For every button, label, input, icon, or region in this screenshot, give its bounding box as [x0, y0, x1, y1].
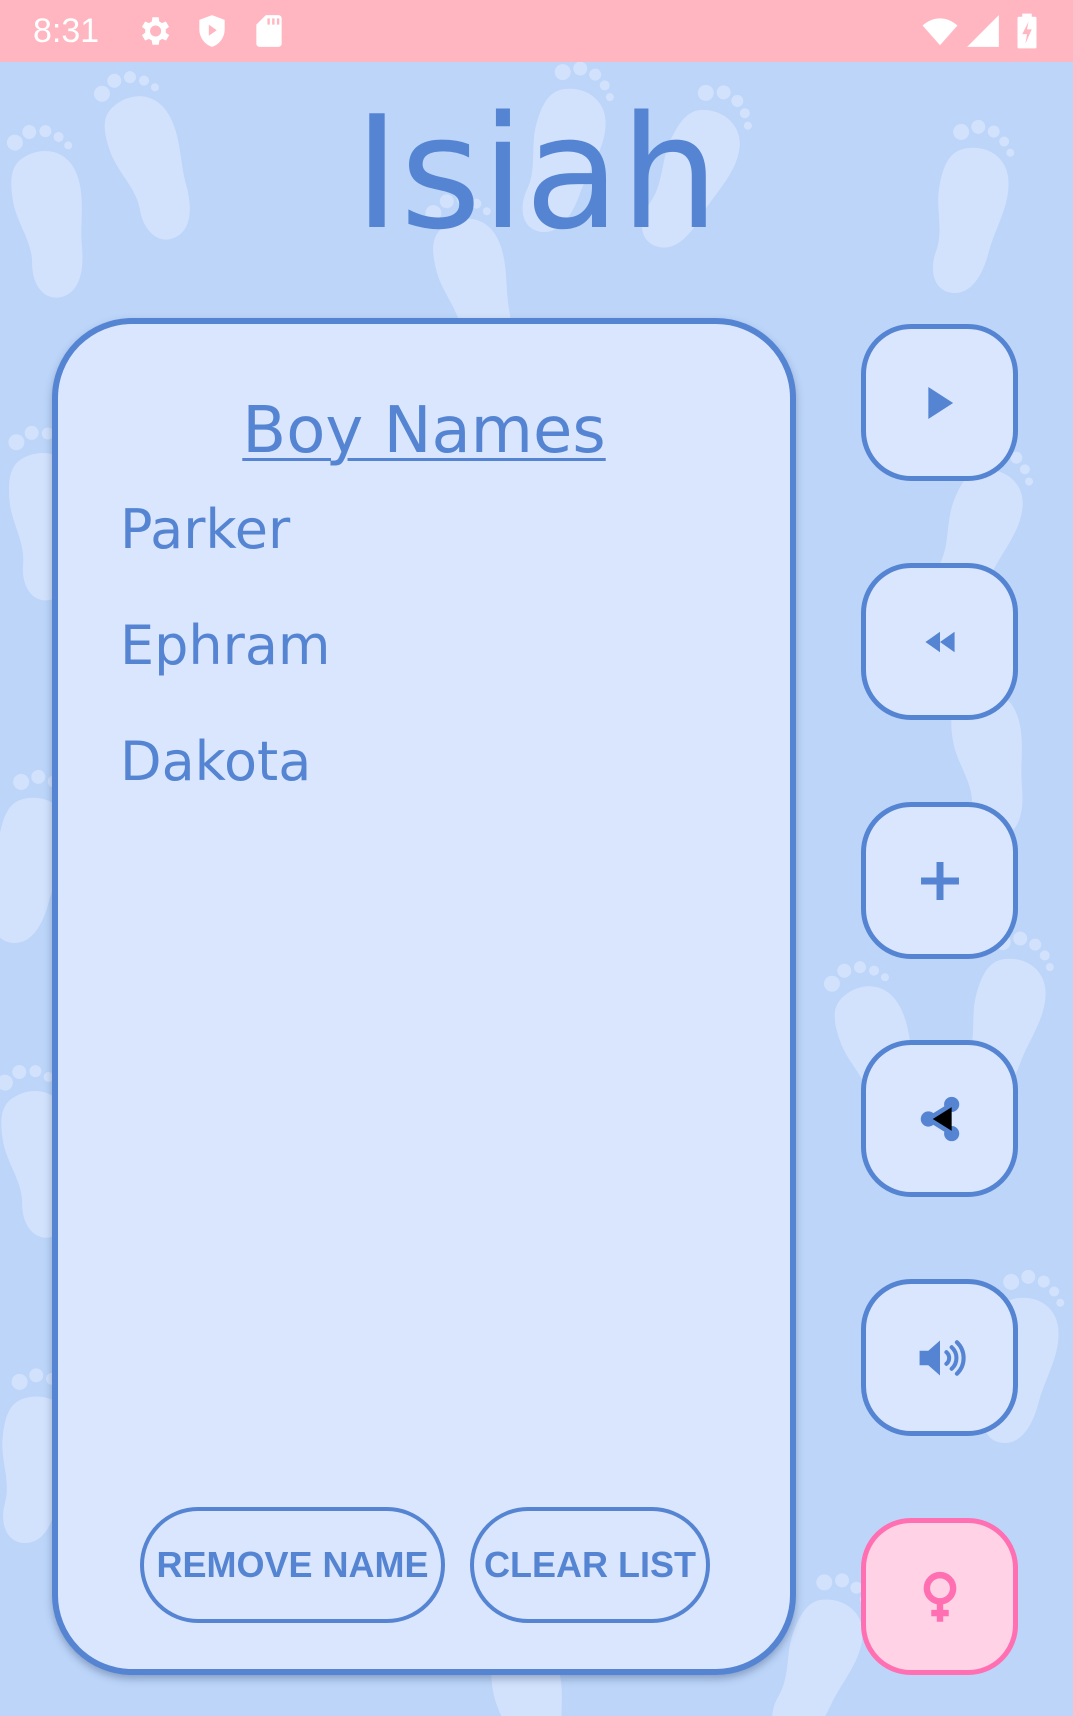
current-name-title: Isiah [353, 82, 720, 264]
rewind-icon [924, 631, 955, 652]
list-item[interactable]: Ephram [120, 615, 331, 731]
names-list-card: Boy Names Parker Ephram Dakota REMOVE NA… [52, 318, 796, 1675]
switch-gender-button[interactable] [861, 1518, 1018, 1675]
settings-icon [141, 17, 170, 45]
share-button[interactable] [861, 1040, 1018, 1197]
play-icon [927, 386, 953, 419]
app-screen: 8:31 Isiah Boy Names Parker Ephram Dakot… [0, 0, 1073, 1716]
share-icon [920, 1096, 959, 1141]
shield-play-icon [199, 15, 225, 47]
signal-icon [967, 15, 999, 47]
list-item[interactable]: Dakota [120, 731, 331, 847]
battery-charging-icon [1017, 13, 1037, 49]
list-title: Boy Names [242, 394, 606, 468]
sd-card-icon [256, 15, 282, 47]
speak-button[interactable] [861, 1279, 1018, 1436]
add-name-button[interactable] [861, 802, 1018, 959]
clear-list-button[interactable]: CLEAR LIST [470, 1507, 710, 1623]
play-button[interactable] [861, 324, 1018, 481]
wifi-icon [922, 18, 958, 46]
female-symbol-icon [923, 1571, 956, 1622]
status-time: 8:31 [33, 12, 100, 50]
volume-icon [919, 1339, 966, 1376]
remove-name-button[interactable]: REMOVE NAME [140, 1507, 445, 1623]
status-bar: 8:31 [0, 0, 1073, 62]
plus-icon [920, 861, 959, 900]
rewind-button[interactable] [861, 563, 1018, 720]
list-item[interactable]: Parker [120, 499, 331, 615]
names-list: Parker Ephram Dakota [120, 499, 331, 847]
